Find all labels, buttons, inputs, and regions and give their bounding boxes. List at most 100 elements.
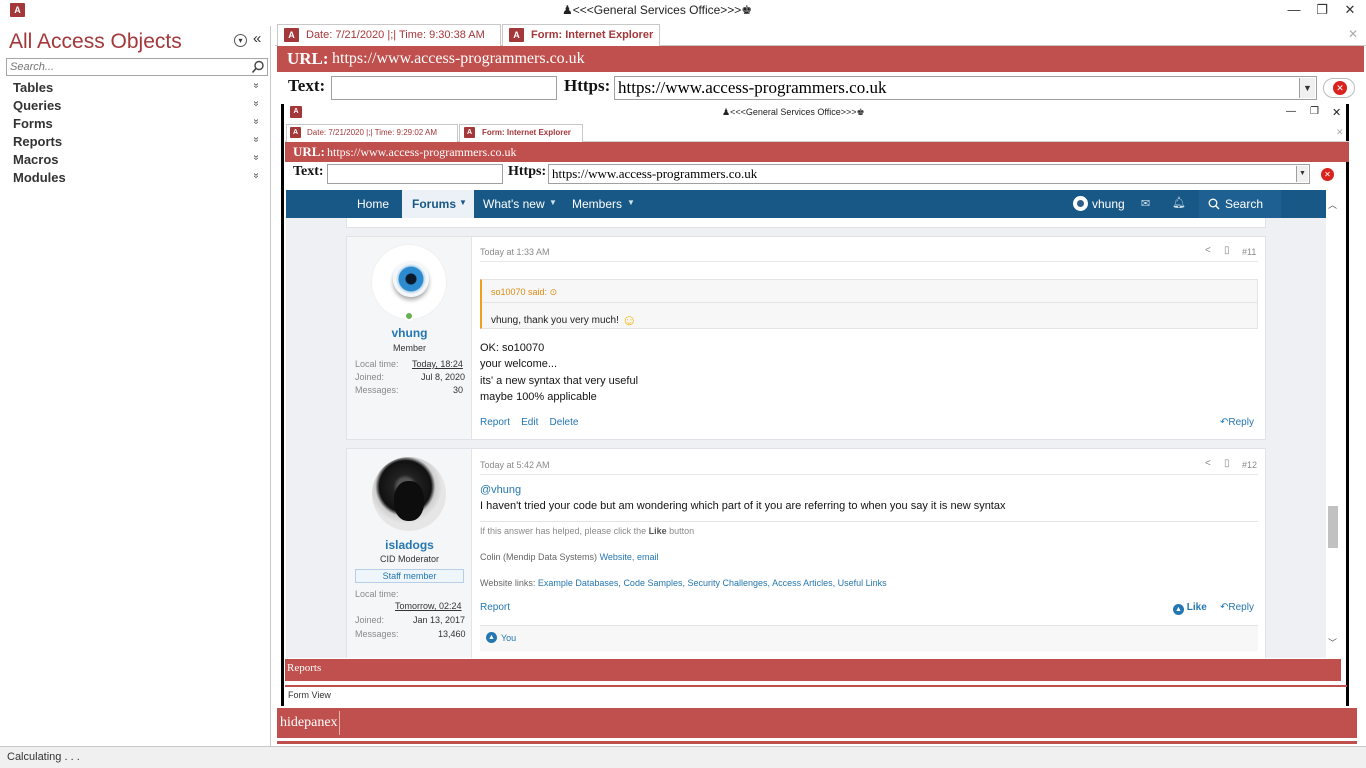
nav-pane-title[interactable]: All Access Objects <box>9 30 182 54</box>
forum-nav-home[interactable]: Home <box>357 197 389 211</box>
chevron-down-icon: » <box>250 172 262 179</box>
report-link[interactable]: Report <box>480 417 510 428</box>
scrollbar-thumb[interactable] <box>1328 506 1338 548</box>
code-samples-link[interactable]: Code Samples, <box>623 578 685 588</box>
inner-text-field[interactable] <box>327 164 503 184</box>
quote-block: so10070 said: ⊙ vhung, thank you very mu… <box>480 279 1258 329</box>
meta-value: 13,460 <box>438 629 466 639</box>
inner-access-logo-icon: A <box>290 106 302 118</box>
nav-group-label: Tables <box>13 80 54 95</box>
https-input[interactable] <box>615 77 1316 99</box>
sig-like-text: Like <box>648 526 667 536</box>
nav-group-reports[interactable]: Reports » <box>13 134 265 152</box>
smiley-icon: ☺ <box>621 312 637 329</box>
chevron-down-icon: » <box>250 100 262 107</box>
inner-https-input[interactable] <box>549 165 1309 183</box>
nav-group-tables[interactable]: Tables » <box>13 80 265 98</box>
nav-group-label: Queries <box>13 98 62 113</box>
window-title: ♟<<<General Services Office>>>♚ <box>562 3 752 17</box>
sig-text: Website links: <box>480 578 536 588</box>
meta-value: Tomorrow, 02:24 <box>395 601 462 611</box>
reply-label: Reply <box>1228 417 1254 428</box>
bell-icon[interactable]: 🔔︎ <box>1172 196 1186 209</box>
search-icon[interactable] <box>251 60 265 74</box>
close-form-button[interactable]: ✕ <box>1323 78 1355 98</box>
forum-thread: vhung Member Local time: Today, 18:24 Jo… <box>286 218 1326 658</box>
reactions-link[interactable]: You <box>501 633 516 643</box>
nav-search-input[interactable] <box>7 59 247 75</box>
inner-minimize-button[interactable]: — <box>1286 106 1296 117</box>
inner-close-button[interactable]: ✕ <box>1332 106 1341 119</box>
useful-links-link[interactable]: Useful Links <box>838 578 887 588</box>
forum-nav-forums-label: Forums <box>412 197 457 211</box>
nav-group-macros[interactable]: Macros » <box>13 152 265 170</box>
inner-close-tab-icon[interactable]: ✕ <box>1336 127 1344 138</box>
nav-menu-icon[interactable]: ▾ <box>234 34 247 47</box>
tab-internet-explorer[interactable]: A Form: Internet Explorer <box>502 24 660 46</box>
bookmark-icon[interactable]: ▯ <box>1224 458 1230 469</box>
chevron-up-icon[interactable]: ︿ <box>1328 198 1337 211</box>
signature-line-1: If this answer has helped, please click … <box>480 526 694 536</box>
inner-tab-internet-explorer[interactable]: A Form: Internet Explorer <box>459 124 583 142</box>
close-tab-icon[interactable]: ✕ <box>1348 27 1358 41</box>
example-databases-link[interactable]: Example Databases, <box>538 578 621 588</box>
hidepane-button[interactable]: hidepanex <box>278 711 340 735</box>
avatar[interactable] <box>372 245 446 319</box>
nav-group-label: Forms <box>13 116 53 131</box>
reply-button[interactable]: ↶Reply <box>1220 602 1254 613</box>
meta-value: Jan 13, 2017 <box>413 615 466 625</box>
close-button[interactable]: ✕ <box>1336 0 1364 20</box>
email-link[interactable]: email <box>637 552 659 562</box>
collapse-pane-icon[interactable]: « <box>253 30 261 47</box>
forum-nav-whats-new[interactable]: What's new <box>483 197 545 211</box>
avatar[interactable] <box>372 457 446 531</box>
forum-search-button[interactable]: Search <box>1199 190 1281 218</box>
chevron-down-icon[interactable]: ﹀ <box>1328 636 1337 649</box>
report-link[interactable]: Report <box>480 602 510 613</box>
forum-nav-forums[interactable]: Forums ▼ <box>402 190 474 218</box>
reply-button[interactable]: ↶Reply <box>1220 417 1254 428</box>
nav-group-queries[interactable]: Queries » <box>13 98 265 116</box>
like-button[interactable]: ▲ Like <box>1173 602 1207 615</box>
edit-link[interactable]: Edit <box>521 417 538 428</box>
dropdown-arrow-icon[interactable]: ▼ <box>1296 166 1308 182</box>
security-challenges-link[interactable]: Security Challenges, <box>688 578 771 588</box>
bookmark-icon[interactable]: ▯ <box>1224 245 1230 256</box>
post-time[interactable]: Today at 1:33 AM <box>480 247 550 257</box>
inner-close-circle-icon[interactable]: ✕ <box>1321 168 1334 181</box>
share-icon[interactable]: < <box>1205 245 1211 256</box>
share-icon[interactable]: < <box>1205 458 1211 469</box>
delete-link[interactable]: Delete <box>550 417 579 428</box>
meta-value: 30 <box>453 385 464 395</box>
post-time[interactable]: Today at 5:42 AM <box>480 460 550 470</box>
forum-nav-user[interactable]: vhung <box>1092 197 1125 211</box>
post-author[interactable]: isladogs <box>347 538 472 552</box>
forum-scrollbar[interactable]: ︿ ﹀ <box>1326 196 1340 654</box>
post-number[interactable]: #11 <box>1242 247 1256 257</box>
chevron-down-icon: ▼ <box>549 198 557 207</box>
post-author[interactable]: vhung <box>347 326 472 340</box>
user-avatar-icon[interactable] <box>1073 196 1088 211</box>
access-logo-icon[interactable]: A <box>10 3 25 17</box>
inner-restore-button[interactable]: ❐ <box>1310 106 1319 117</box>
inner-tab-date-time[interactable]: A Date: 7/21/2020 |;| Time: 9:29:02 AM <box>286 124 458 142</box>
divider <box>285 685 1347 687</box>
minimize-button[interactable]: — <box>1280 0 1308 20</box>
inner-reports-label[interactable]: Reports <box>287 662 321 674</box>
mention-link[interactable]: @vhung <box>480 484 521 496</box>
quote-author[interactable]: so10070 said: ⊙ <box>491 287 557 298</box>
search-icon <box>1208 198 1220 210</box>
text-input[interactable] <box>332 77 556 99</box>
quote-text-value: vhung, thank you very much! <box>491 315 619 326</box>
access-articles-link[interactable]: Access Articles, <box>772 578 835 588</box>
post-number[interactable]: #12 <box>1242 460 1257 470</box>
restore-button[interactable]: ❐ <box>1308 0 1336 20</box>
envelope-icon[interactable]: ✉ <box>1141 197 1150 210</box>
nav-group-forms[interactable]: Forms » <box>13 116 265 134</box>
meta-value: Today, 18:24 <box>412 359 463 369</box>
nav-group-modules[interactable]: Modules » <box>13 170 265 188</box>
forum-nav-members[interactable]: Members <box>572 197 622 211</box>
tab-date-time[interactable]: A Date: 7/21/2020 |;| Time: 9:30:38 AM <box>277 24 501 46</box>
dropdown-arrow-icon[interactable]: ▼ <box>1299 78 1315 98</box>
website-link[interactable]: Website, <box>600 552 635 562</box>
